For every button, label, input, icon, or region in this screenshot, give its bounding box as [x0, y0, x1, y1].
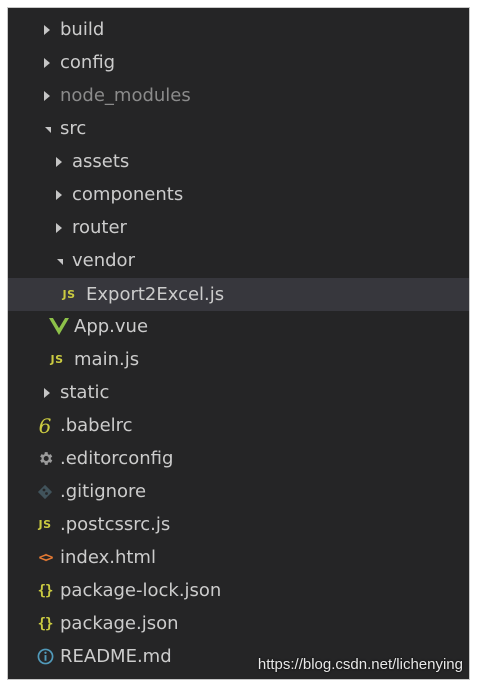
tree-item-label: README.md — [60, 646, 172, 667]
tree-item-vendor[interactable]: vendor — [8, 244, 469, 277]
tree-item-package-json[interactable]: {} package.json — [8, 607, 469, 640]
tree-item-assets[interactable]: assets — [8, 145, 469, 178]
tree-item-editorconfig[interactable]: .editorconfig — [8, 442, 469, 475]
tree-item-label: index.html — [60, 547, 156, 568]
chevron-down-icon[interactable] — [50, 252, 68, 270]
vue-file-icon — [48, 318, 70, 336]
tree-item-babelrc[interactable]: 6 .babelrc — [8, 409, 469, 442]
tree-item-label: static — [60, 382, 110, 403]
tree-item-label: Export2Excel.js — [86, 284, 225, 305]
js-file-icon: JS — [50, 353, 64, 366]
git-icon — [34, 483, 56, 501]
tree-item-label: config — [60, 52, 116, 73]
js-file-icon: JS — [62, 288, 76, 301]
tree-item-node-modules[interactable]: node_modules — [8, 79, 469, 112]
gear-icon — [34, 450, 56, 468]
tree-item-label: .gitignore — [60, 481, 147, 502]
tree-item-router[interactable]: router — [8, 211, 469, 244]
file-explorer: build config node_modules src assets com… — [7, 7, 470, 680]
tree-item-label: components — [72, 184, 184, 205]
tree-item-gitignore[interactable]: .gitignore — [8, 475, 469, 508]
chevron-right-icon[interactable] — [38, 21, 56, 39]
chevron-right-icon[interactable] — [50, 153, 68, 171]
json-file-icon: {} — [37, 582, 54, 599]
chevron-right-icon[interactable] — [38, 384, 56, 402]
tree-item-label: src — [60, 118, 87, 139]
tree-item-label: main.js — [74, 349, 140, 370]
chevron-right-icon[interactable] — [38, 87, 56, 105]
tree-item-label: build — [60, 19, 105, 40]
tree-item-label: router — [72, 217, 127, 238]
tree-item-label: package-lock.json — [60, 580, 222, 601]
tree-item-src[interactable]: src — [8, 112, 469, 145]
tree-item-label: vendor — [72, 250, 135, 271]
info-icon — [34, 648, 56, 666]
babel-file-icon: 6 — [38, 413, 52, 438]
tree-item-index-html[interactable]: <> index.html — [8, 541, 469, 574]
tree-item-label: .postcssrc.js — [60, 514, 171, 535]
tree-item-components[interactable]: components — [8, 178, 469, 211]
chevron-right-icon[interactable] — [50, 219, 68, 237]
tree-item-label: package.json — [60, 613, 179, 634]
tree-item-package-lock-json[interactable]: {} package-lock.json — [8, 574, 469, 607]
chevron-right-icon[interactable] — [38, 54, 56, 72]
json-file-icon: {} — [37, 615, 54, 632]
js-file-icon: JS — [38, 518, 52, 531]
tree-item-label: node_modules — [60, 85, 191, 106]
tree-item-label: assets — [72, 151, 130, 172]
tree-item-label: App.vue — [74, 316, 149, 337]
tree-item-build[interactable]: build — [8, 13, 469, 46]
tree-item-postcssrc[interactable]: JS .postcssrc.js — [8, 508, 469, 541]
tree-item-static[interactable]: static — [8, 376, 469, 409]
tree-item-label: .editorconfig — [60, 448, 174, 469]
tree-item-config[interactable]: config — [8, 46, 469, 79]
chevron-right-icon[interactable] — [50, 186, 68, 204]
tree-item-main-js[interactable]: JS main.js — [8, 343, 469, 376]
tree-item-export2excel[interactable]: JS Export2Excel.js — [8, 278, 469, 311]
html-file-icon: <> — [38, 549, 54, 566]
tree-item-app-vue[interactable]: App.vue — [8, 310, 469, 343]
watermark-url: https://blog.csdn.net/lichenying — [257, 656, 463, 673]
tree-item-label: .babelrc — [60, 415, 133, 436]
chevron-down-icon[interactable] — [38, 120, 56, 138]
